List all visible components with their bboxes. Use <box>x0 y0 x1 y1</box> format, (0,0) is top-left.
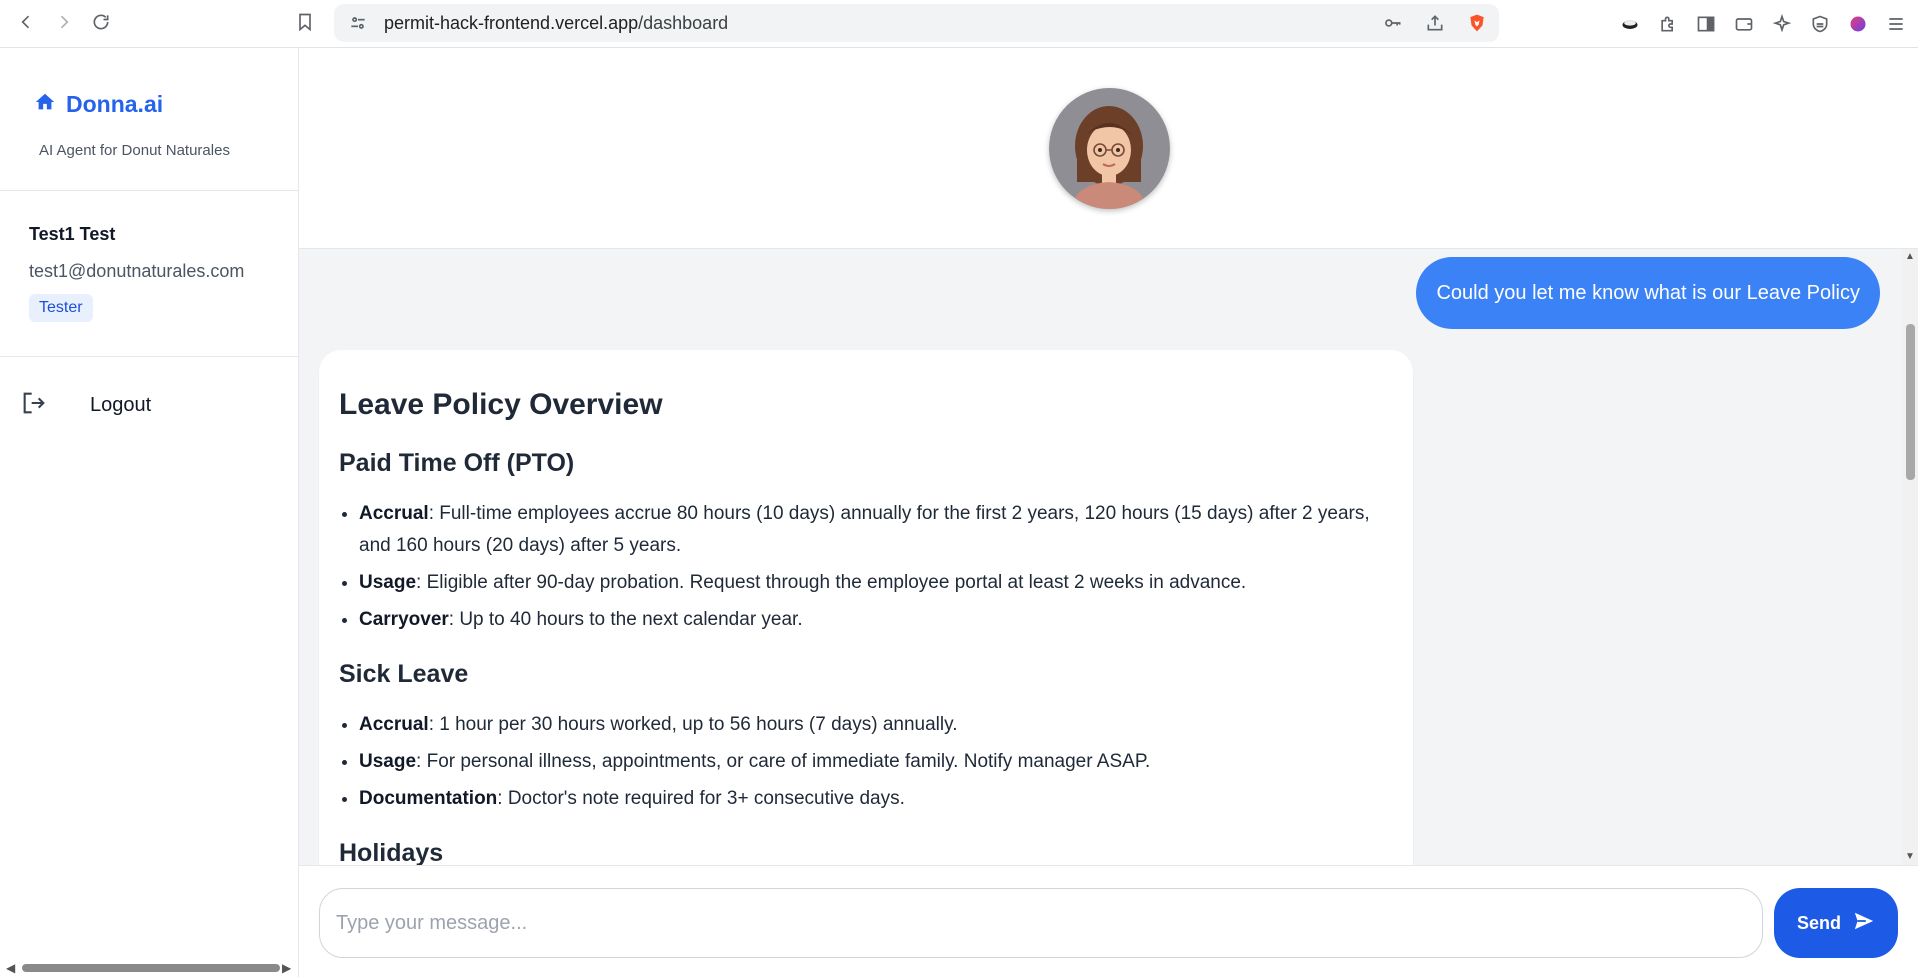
sidebar: Donna.ai AI Agent for Donut Naturales Te… <box>0 48 299 977</box>
assistant-header <box>299 48 1918 249</box>
item-text: : For personal illness, appointments, or… <box>416 751 1151 772</box>
share-icon[interactable] <box>1423 11 1447 35</box>
message-input[interactable] <box>319 888 1763 958</box>
menu-icon[interactable] <box>1884 12 1908 36</box>
assistant-avatar <box>1049 88 1170 209</box>
brand-name: Donna.ai <box>66 91 164 117</box>
scroll-right-icon[interactable]: ▶ <box>282 961 291 975</box>
section-list: Accrual: Full-time employees accrue 80 h… <box>339 498 1393 636</box>
item-label: Usage <box>359 751 417 772</box>
profile-icon[interactable] <box>1846 12 1870 36</box>
role-badge: Tester <box>29 294 93 322</box>
item-label: Accrual <box>359 503 429 524</box>
user-message-bubble: Could you let me know what is our Leave … <box>1416 257 1880 329</box>
divider <box>0 356 299 357</box>
item-text: : Full-time employees accrue 80 hours (1… <box>359 503 1370 556</box>
scroll-down-icon[interactable]: ▼ <box>1905 851 1915 862</box>
puzzle-icon[interactable] <box>1656 12 1680 36</box>
url-path: /dashboard <box>638 12 729 33</box>
sidebar-toggle-icon[interactable] <box>1694 12 1718 36</box>
forward-icon[interactable] <box>46 4 82 40</box>
extension-disc-icon[interactable] <box>1618 12 1642 36</box>
item-text: : Eligible after 90-day probation. Reque… <box>416 572 1247 593</box>
assistant-message-card: Leave Policy Overview Paid Time Off (PTO… <box>319 350 1413 865</box>
url-host: permit-hack-frontend.vercel.app <box>384 12 639 33</box>
divider <box>0 190 299 191</box>
back-icon[interactable] <box>8 4 44 40</box>
item-text: : Doctor's note required for 3+ consecut… <box>497 788 905 809</box>
item-text: : 1 hour per 30 hours worked, up to 56 h… <box>428 714 958 735</box>
scrollbar-thumb[interactable] <box>1906 324 1915 480</box>
url-text: permit-hack-frontend.vercel.app/dashboar… <box>384 13 728 34</box>
section-list: Accrual: 1 hour per 30 hours worked, up … <box>339 709 1393 815</box>
chat-thread[interactable]: Could you let me know what is our Leave … <box>299 249 1918 865</box>
list-item: Documentation: Doctor's note required fo… <box>359 783 1393 815</box>
section-heading: Holidays <box>339 839 444 865</box>
item-label: Documentation <box>359 788 498 809</box>
brand[interactable]: Donna.ai <box>34 91 163 118</box>
vpn-icon[interactable] <box>1808 12 1832 36</box>
bookmark-icon[interactable] <box>287 4 323 40</box>
brave-shield-icon[interactable] <box>1465 11 1489 35</box>
item-text: : Up to 40 hours to the next calendar ye… <box>448 609 803 630</box>
item-label: Accrual <box>359 714 429 735</box>
send-button[interactable]: Send <box>1774 888 1898 958</box>
leo-ai-icon[interactable] <box>1770 12 1794 36</box>
logout-button[interactable]: Logout <box>20 389 151 422</box>
user-name: Test1 Test <box>29 224 116 244</box>
wallet-icon[interactable] <box>1732 12 1756 36</box>
message-composer: Send <box>299 865 1918 977</box>
horizontal-scrollbar[interactable]: ◀ ▶ <box>6 960 292 975</box>
user-email: test1@donutnaturales.com <box>29 261 245 281</box>
main-panel: Could you let me know what is our Leave … <box>299 48 1918 977</box>
list-item: Accrual: 1 hour per 30 hours worked, up … <box>359 709 1393 741</box>
list-item: Carryover: Up to 40 hours to the next ca… <box>359 604 1393 636</box>
item-label: Usage <box>359 572 417 593</box>
browser-toolbar: permit-hack-frontend.vercel.app/dashboar… <box>0 0 1918 48</box>
list-item: Accrual: Full-time employees accrue 80 h… <box>359 498 1393 562</box>
scroll-left-icon[interactable]: ◀ <box>6 961 15 975</box>
vertical-scrollbar[interactable]: ▲ ▼ <box>1902 249 1918 865</box>
key-icon[interactable] <box>1381 11 1405 35</box>
address-bar[interactable]: permit-hack-frontend.vercel.app/dashboar… <box>334 4 1499 42</box>
extensions-bar <box>1618 6 1908 42</box>
scrollbar-thumb[interactable] <box>22 964 280 972</box>
send-icon <box>1853 910 1875 937</box>
list-item: Usage: For personal illness, appointment… <box>359 746 1393 778</box>
brand-subtitle: AI Agent for Donut Naturales <box>39 142 230 159</box>
site-settings-icon[interactable] <box>346 11 370 35</box>
list-item: Usage: Eligible after 90-day probation. … <box>359 567 1393 599</box>
home-icon <box>34 91 56 118</box>
logout-label: Logout <box>90 394 152 416</box>
send-label: Send <box>1796 912 1841 933</box>
reload-icon[interactable] <box>83 4 119 40</box>
logout-icon <box>20 389 48 422</box>
section-heading: Paid Time Off (PTO) <box>339 449 575 477</box>
section-heading: Sick Leave <box>339 660 469 688</box>
response-title: Leave Policy Overview <box>339 388 663 421</box>
item-label: Carryover <box>359 609 449 630</box>
scroll-up-icon[interactable]: ▲ <box>1905 251 1915 262</box>
